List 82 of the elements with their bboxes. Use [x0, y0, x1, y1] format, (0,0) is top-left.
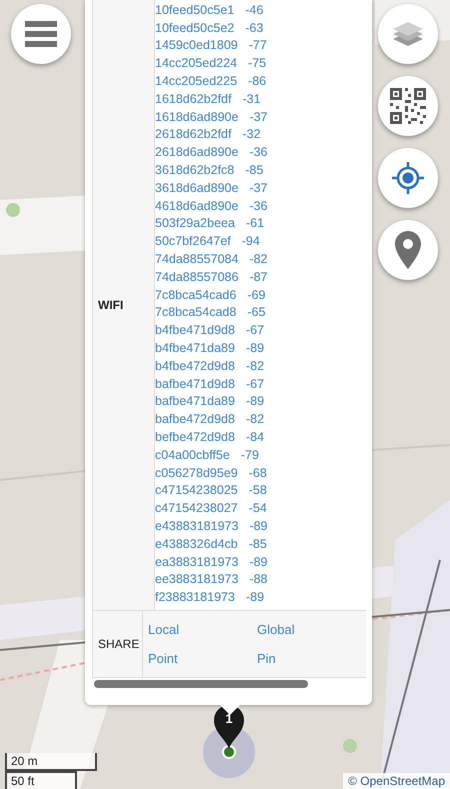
bssid-link[interactable]: 2618d6ad890e — [155, 145, 238, 160]
signal-text: -82 — [246, 412, 264, 426]
signal-text: -63 — [245, 20, 264, 35]
signal-text: -37 — [249, 180, 268, 195]
signal-text: -85 — [245, 163, 264, 178]
bssid-link[interactable]: c47154238025 — [155, 483, 238, 498]
signal-text: -31 — [242, 92, 261, 106]
signal-text: -67 — [246, 323, 264, 338]
signal-text: -79 — [240, 448, 259, 462]
bssid-link[interactable]: 1618d62b2fdf — [155, 92, 232, 106]
bssid-link[interactable]: 3618d62b2fc8 — [155, 163, 234, 178]
map-marker[interactable]: 1 — [214, 705, 244, 749]
bssid-link[interactable]: f23883181973 — [155, 590, 235, 604]
signal-text: -85 — [248, 536, 267, 551]
bssid-link[interactable]: 7c8bca54cad6 — [155, 288, 236, 302]
share-link[interactable]: Local Point — [148, 615, 228, 674]
signal-text: -94 — [242, 234, 260, 248]
bssid-link[interactable]: b4fbe471da89 — [155, 341, 235, 356]
bssid-link[interactable]: c47154238027 — [155, 501, 238, 516]
menu-icon — [25, 21, 57, 47]
bssid-link[interactable]: e43883181973 — [155, 519, 238, 533]
bssid-link[interactable]: 14cc205ed224 — [155, 56, 238, 70]
signal-text: -89 — [249, 519, 268, 533]
signal-text: -61 — [246, 216, 264, 230]
scale-bar: 50 ft — [5, 771, 77, 789]
signal-text: -68 — [248, 466, 267, 480]
row-label: WIFI — [93, 0, 155, 610]
signal-text: -37 — [249, 110, 268, 124]
bssid-link[interactable]: bafbe472d9d8 — [155, 412, 235, 426]
bssid-link[interactable]: 10feed50c5e2 — [155, 20, 234, 35]
row-label: SHARE — [93, 611, 143, 678]
bssid-link[interactable]: 1618d6ad890e — [155, 110, 238, 124]
bssid-link[interactable]: 10feed50c5e1 — [155, 2, 234, 17]
signal-text: -87 — [249, 270, 268, 284]
qr-code-icon — [390, 88, 426, 124]
share-link[interactable]: Global Pin — [257, 615, 337, 674]
bssid-link[interactable]: 50c7bf2647ef — [155, 234, 231, 248]
scale-bar: 20 m — [5, 753, 97, 771]
signal-text: -69 — [247, 288, 266, 302]
signal-text: -89 — [246, 394, 264, 408]
layers-icon — [393, 20, 423, 48]
map-pin-icon — [395, 231, 421, 269]
signal-text: -54 — [248, 501, 267, 516]
signal-text: -89 — [246, 341, 264, 356]
bssid-link[interactable]: c056278d95e9 — [155, 466, 238, 480]
attribution-link[interactable]: © OpenStreetMap — [343, 773, 450, 789]
signal-text: -84 — [246, 430, 264, 444]
bssid-link[interactable]: ea3883181973 — [155, 554, 238, 569]
scrollbar-thumb[interactable] — [94, 680, 308, 688]
crosshair-icon — [392, 162, 424, 194]
bssid-link[interactable]: 14cc205ed225 — [155, 74, 238, 88]
signal-text: -36 — [249, 145, 268, 160]
signal-text: -77 — [248, 38, 267, 52]
signal-text: -36 — [249, 198, 268, 213]
signal-text: -58 — [248, 483, 267, 498]
signal-text: -46 — [245, 2, 264, 17]
signal-text: -65 — [247, 305, 266, 320]
signal-text: -86 — [248, 74, 266, 88]
signal-text: -67 — [246, 376, 264, 391]
bssid-link[interactable]: bafbe471da89 — [155, 394, 235, 408]
signal-text: -89 — [246, 590, 264, 604]
bssid-link[interactable]: befbe472d9d8 — [155, 430, 235, 444]
signal-text: -88 — [249, 572, 268, 586]
bssid-link[interactable]: 503f29a2beea — [155, 216, 235, 230]
signal-text: -82 — [246, 358, 264, 373]
bssid-link[interactable]: b4fbe472d9d8 — [155, 358, 235, 373]
bssid-link[interactable]: e4388326d4cb — [155, 536, 238, 551]
bssid-link[interactable]: 1459c0ed1809 — [155, 38, 238, 52]
bssid-link[interactable]: 74da88557086 — [155, 270, 238, 284]
signal-text: -75 — [248, 56, 266, 70]
bssid-link[interactable]: 74da88557084 — [155, 252, 238, 266]
signal-text: -89 — [249, 554, 268, 569]
bssid-link[interactable]: ee3883181973 — [155, 572, 238, 586]
bssid-link[interactable]: 2618d62b2fdf — [155, 127, 232, 142]
signal-text: -82 — [249, 252, 268, 266]
bssid-link[interactable]: 4618d6ad890e — [155, 198, 238, 213]
signal-text: -32 — [242, 127, 261, 142]
bssid-link[interactable]: 7c8bca54cad8 — [155, 305, 236, 320]
bssid-link[interactable]: 3618d6ad890e — [155, 180, 238, 195]
bssid-link[interactable]: c04a00cbff5e — [155, 448, 230, 462]
bssid-link[interactable]: b4fbe471d9d8 — [155, 323, 235, 338]
bssid-link[interactable]: bafbe471d9d8 — [155, 376, 235, 391]
